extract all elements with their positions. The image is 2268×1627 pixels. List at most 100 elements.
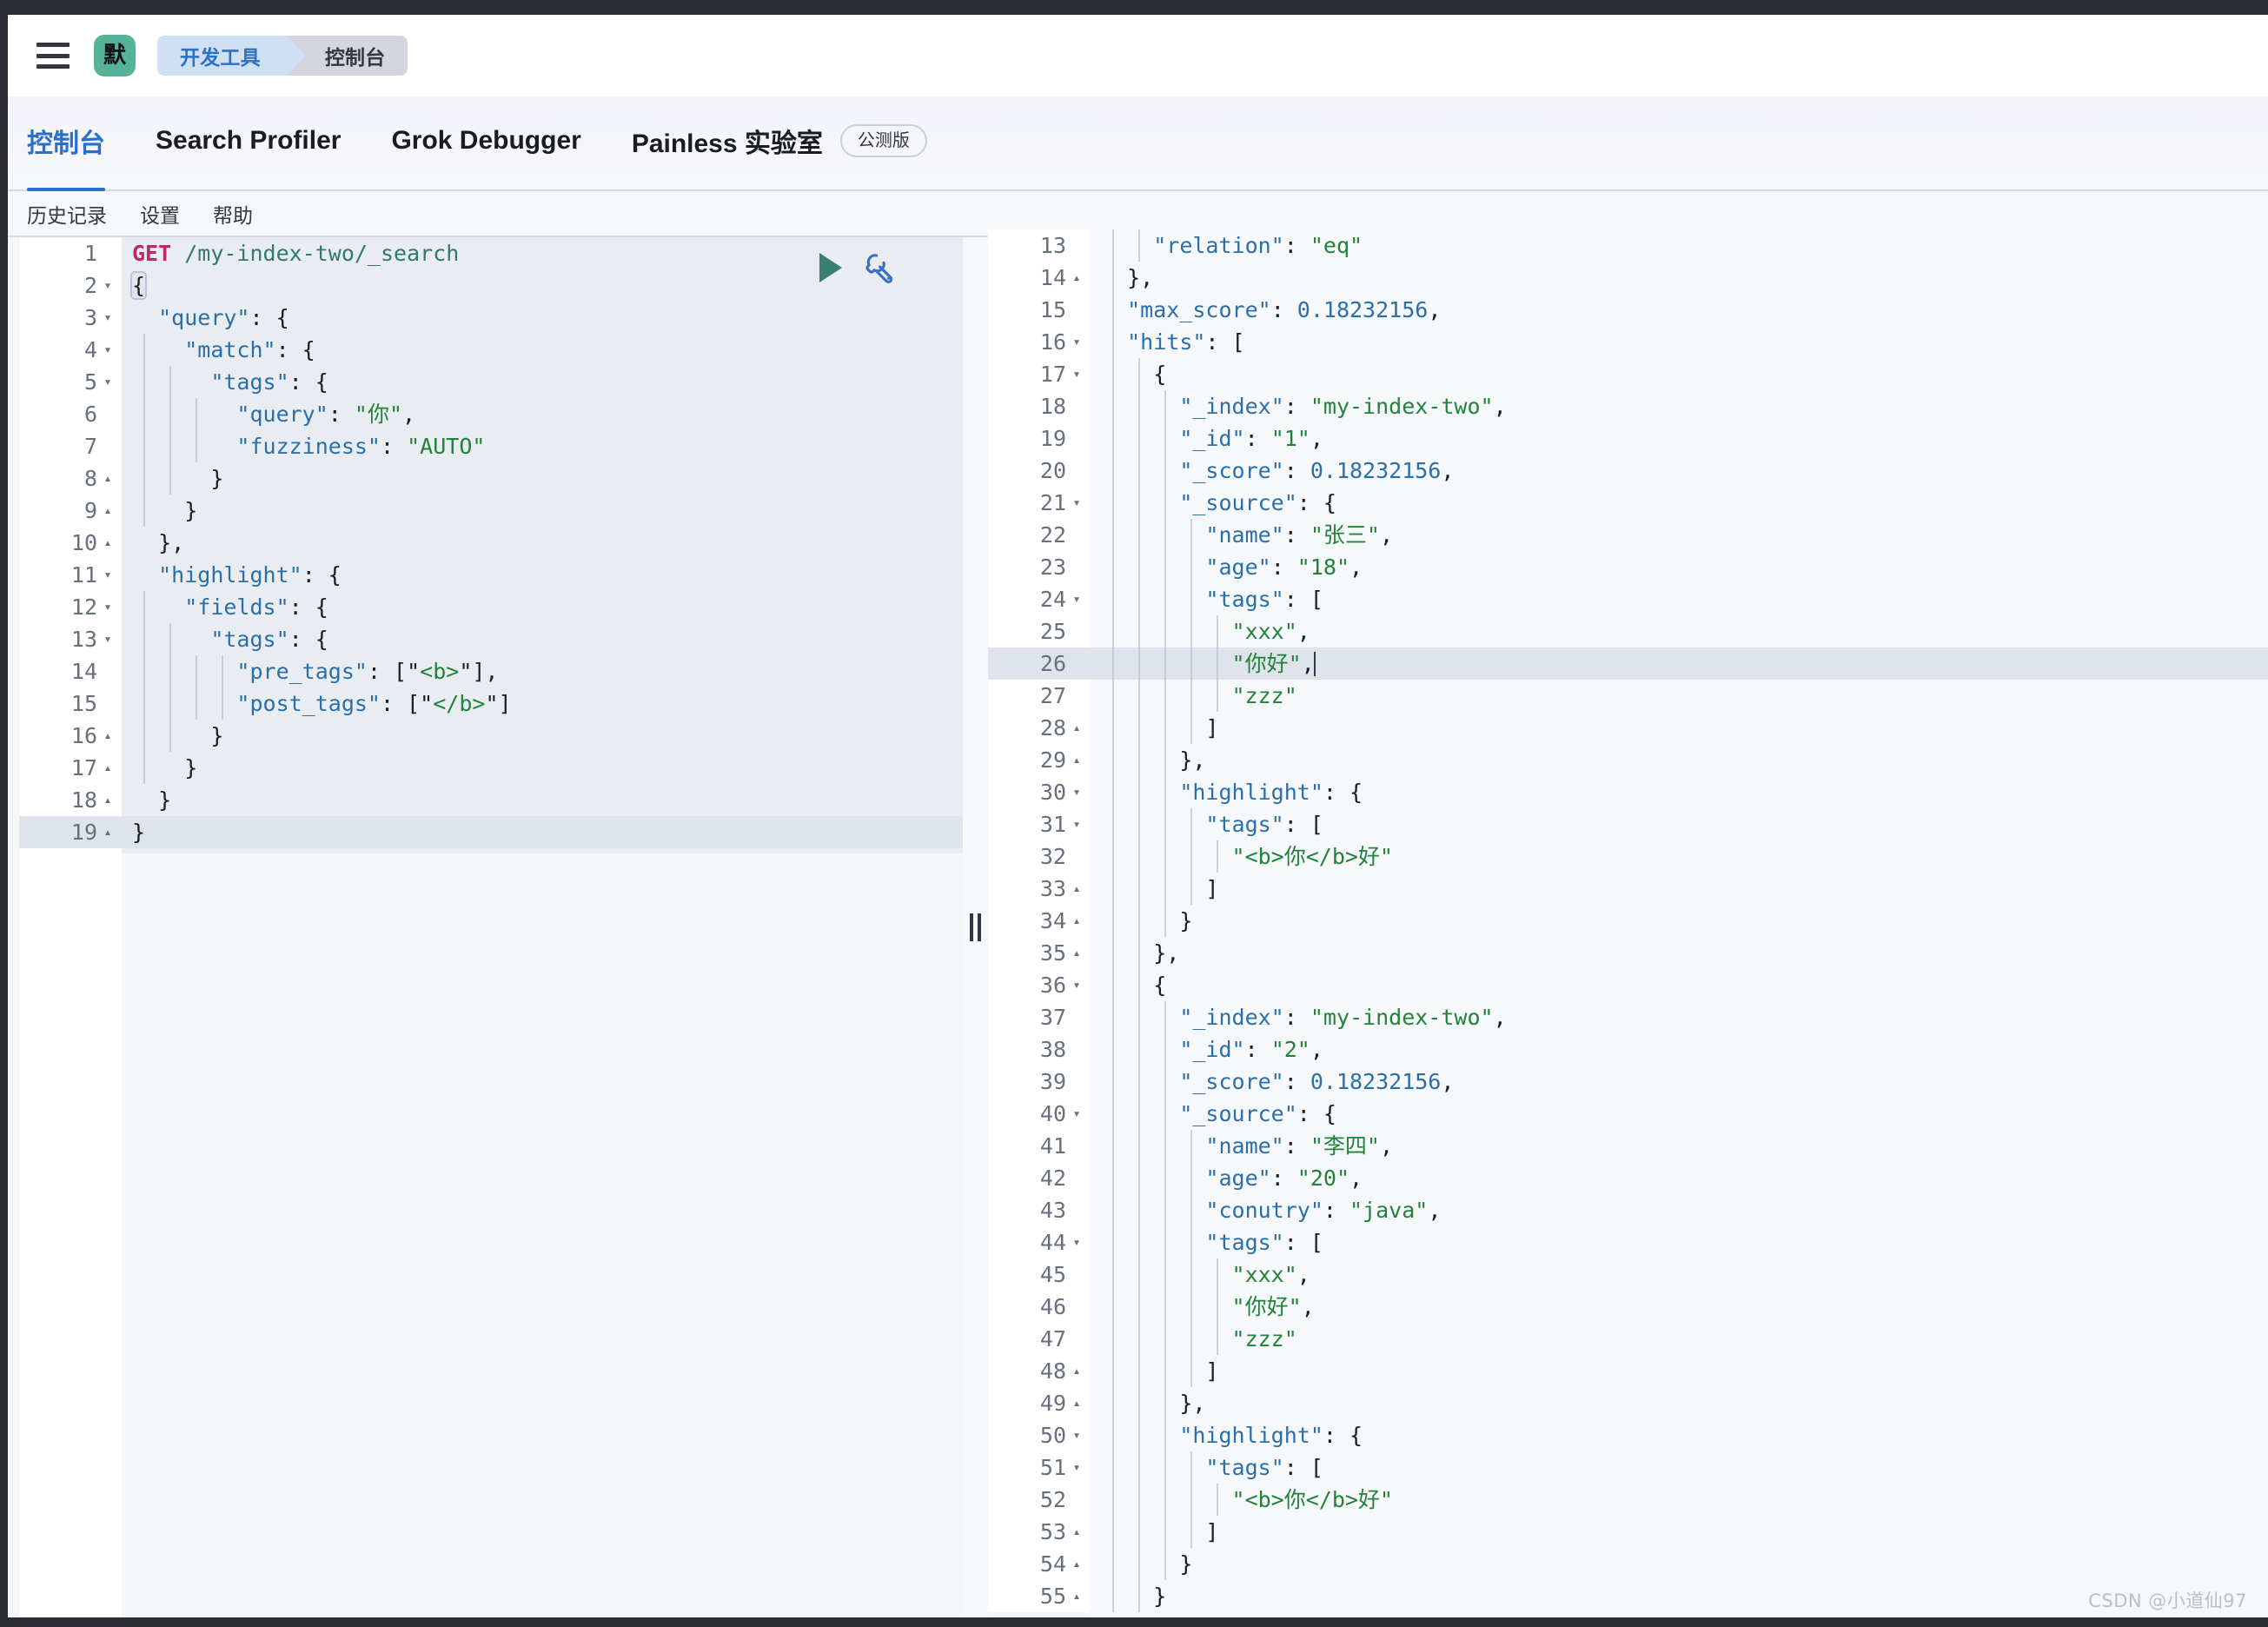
- code-line[interactable]: 48 ▴ ]: [988, 1355, 2268, 1387]
- fold-toggle-icon[interactable]: ▾: [101, 311, 115, 324]
- fold-toggle-icon[interactable]: ▾: [1070, 335, 1084, 349]
- code-line[interactable]: 20 "_score": 0.18232156,: [988, 455, 2268, 487]
- code-line[interactable]: 22 "name": "张三",: [988, 519, 2268, 551]
- tab-console[interactable]: 控制台: [27, 96, 124, 191]
- code-line[interactable]: 40 ▾ "_source": {: [988, 1098, 2268, 1130]
- code-line[interactable]: 11 ▾ "highlight": {: [19, 559, 963, 591]
- code-line[interactable]: 23 "age": "18",: [988, 551, 2268, 583]
- fold-toggle-icon[interactable]: ▾: [1070, 593, 1084, 606]
- code-line[interactable]: 52 "<b>你</b>好": [988, 1484, 2268, 1516]
- response-code[interactable]: 13 "relation": "eq" 14 ▴ }, 15 "max_score":…: [988, 229, 2268, 1612]
- fold-toggle-icon[interactable]: ▴: [1070, 882, 1084, 895]
- code-line[interactable]: 18 ▴ }: [19, 784, 963, 816]
- fold-toggle-icon[interactable]: ▴: [101, 472, 115, 485]
- code-line[interactable]: 33 ▴ ]: [988, 873, 2268, 905]
- breadcrumb-item-devtools[interactable]: 开发工具: [157, 36, 306, 76]
- code-line[interactable]: 15 "post_tags": ["</b>"]: [19, 687, 963, 720]
- fold-toggle-icon[interactable]: ▴: [1070, 914, 1084, 927]
- play-icon[interactable]: [819, 253, 842, 282]
- fold-toggle-icon[interactable]: ▾: [101, 568, 115, 581]
- code-line[interactable]: 42 "age": "20",: [988, 1162, 2268, 1194]
- fold-toggle-icon[interactable]: ▾: [1070, 1107, 1084, 1120]
- subnav-item-help[interactable]: 帮助: [213, 199, 253, 229]
- code-line[interactable]: 13 ▾ "tags": {: [19, 623, 963, 655]
- fold-toggle-icon[interactable]: ▾: [1070, 1236, 1084, 1249]
- code-line[interactable]: 34 ▴ }: [988, 905, 2268, 937]
- fold-toggle-icon[interactable]: ▾: [101, 279, 115, 292]
- code-line[interactable]: 24 ▾ "tags": [: [988, 583, 2268, 615]
- code-line[interactable]: 53 ▴ ]: [988, 1516, 2268, 1548]
- code-line[interactable]: 25 "xxx",: [988, 615, 2268, 647]
- code-line[interactable]: 21 ▾ "_source": {: [988, 487, 2268, 519]
- subnav-item-settings[interactable]: 设置: [140, 199, 180, 229]
- fold-toggle-icon[interactable]: ▾: [1070, 496, 1084, 509]
- code-line[interactable]: 51 ▾ "tags": [: [988, 1451, 2268, 1484]
- request-editor[interactable]: 1 GET /my-index-two/_search 2 ▾{3 ▾ "query":…: [19, 237, 963, 1617]
- fold-toggle-icon[interactable]: ▾: [1070, 979, 1084, 992]
- subnav-item-history[interactable]: 历史记录: [27, 199, 107, 229]
- code-line[interactable]: 55 ▴ }: [988, 1580, 2268, 1612]
- code-line[interactable]: 44 ▾ "tags": [: [988, 1226, 2268, 1258]
- code-line[interactable]: 35 ▴ },: [988, 937, 2268, 969]
- code-line[interactable]: 37 "_index": "my-index-two",: [988, 1001, 2268, 1033]
- code-line[interactable]: 27 "zzz": [988, 680, 2268, 712]
- code-line[interactable]: 4 ▾ "match": {: [19, 334, 963, 366]
- fold-toggle-icon[interactable]: ▴: [1070, 1557, 1084, 1571]
- code-line[interactable]: 10 ▴ },: [19, 527, 963, 559]
- tab-grok-debugger[interactable]: Grok Debugger: [391, 96, 600, 189]
- fold-toggle-icon[interactable]: ▴: [101, 504, 115, 517]
- code-line[interactable]: 5 ▾ "tags": {: [19, 366, 963, 398]
- code-line[interactable]: 15 "max_score": 0.18232156,: [988, 294, 2268, 326]
- code-line[interactable]: 12 ▾ "fields": {: [19, 591, 963, 623]
- space-avatar[interactable]: 默: [94, 35, 136, 76]
- code-line[interactable]: 43 "conutry": "java",: [988, 1194, 2268, 1226]
- code-line[interactable]: 16 ▾ "hits": [: [988, 326, 2268, 358]
- tab-painless-lab[interactable]: Painless 实验室 公测版: [632, 96, 946, 189]
- code-line[interactable]: 6 "query": "你",: [19, 398, 963, 430]
- code-line[interactable]: 29 ▴ },: [988, 744, 2268, 776]
- code-line[interactable]: 14 ▴ },: [988, 262, 2268, 294]
- fold-toggle-icon[interactable]: ▴: [1070, 1397, 1084, 1410]
- fold-toggle-icon[interactable]: ▾: [101, 343, 115, 356]
- fold-toggle-icon[interactable]: ▴: [1070, 946, 1084, 960]
- fold-toggle-icon[interactable]: ▴: [1070, 1365, 1084, 1378]
- fold-toggle-icon[interactable]: ▾: [1070, 818, 1084, 831]
- wrench-icon[interactable]: [863, 250, 898, 285]
- code-line[interactable]: 49 ▴ },: [988, 1387, 2268, 1419]
- code-line[interactable]: 54 ▴ }: [988, 1548, 2268, 1580]
- code-line[interactable]: 17 ▴ }: [19, 752, 963, 784]
- code-line[interactable]: 41 "name": "李四",: [988, 1130, 2268, 1162]
- code-line[interactable]: 18 "_index": "my-index-two",: [988, 390, 2268, 422]
- fold-toggle-icon[interactable]: ▾: [1070, 1429, 1084, 1442]
- code-line[interactable]: 38 "_id": "2",: [988, 1033, 2268, 1066]
- code-line[interactable]: 19 ▴}: [19, 816, 963, 848]
- code-line[interactable]: 31 ▾ "tags": [: [988, 808, 2268, 840]
- code-line[interactable]: 47 "zzz": [988, 1323, 2268, 1355]
- fold-toggle-icon[interactable]: ▴: [101, 536, 115, 549]
- fold-toggle-icon[interactable]: ▴: [1070, 1525, 1084, 1538]
- code-line[interactable]: 32 "<b>你</b>好": [988, 840, 2268, 873]
- code-line[interactable]: 7 "fuzziness": "AUTO": [19, 430, 963, 462]
- fold-toggle-icon[interactable]: ▾: [1070, 1461, 1084, 1474]
- request-code[interactable]: 1 GET /my-index-two/_search 2 ▾{3 ▾ "query":…: [19, 237, 963, 848]
- code-line[interactable]: 13 "relation": "eq": [988, 229, 2268, 262]
- response-editor[interactable]: 13 "relation": "eq" 14 ▴ }, 15 "max_score":…: [988, 229, 2268, 1617]
- code-line[interactable]: 46 "你好",: [988, 1291, 2268, 1323]
- code-line[interactable]: 14 "pre_tags": ["<b>"],: [19, 655, 963, 687]
- code-line[interactable]: 19 "_id": "1",: [988, 422, 2268, 455]
- code-line[interactable]: 36 ▾ {: [988, 969, 2268, 1001]
- code-line[interactable]: 17 ▾ {: [988, 358, 2268, 390]
- code-line[interactable]: 16 ▴ }: [19, 720, 963, 752]
- fold-toggle-icon[interactable]: ▴: [101, 761, 115, 774]
- fold-toggle-icon[interactable]: ▴: [101, 729, 115, 742]
- fold-toggle-icon[interactable]: ▾: [101, 601, 115, 614]
- code-line[interactable]: 26 "你好",: [988, 647, 2268, 680]
- code-line[interactable]: 50 ▾ "highlight": {: [988, 1419, 2268, 1451]
- code-line[interactable]: 9 ▴ }: [19, 495, 963, 527]
- code-line[interactable]: 3 ▾ "query": {: [19, 302, 963, 334]
- code-line[interactable]: 39 "_score": 0.18232156,: [988, 1066, 2268, 1098]
- fold-toggle-icon[interactable]: ▴: [1070, 754, 1084, 767]
- code-line[interactable]: 45 "xxx",: [988, 1258, 2268, 1291]
- fold-toggle-icon[interactable]: ▴: [101, 826, 115, 839]
- fold-toggle-icon[interactable]: ▴: [1070, 1590, 1084, 1603]
